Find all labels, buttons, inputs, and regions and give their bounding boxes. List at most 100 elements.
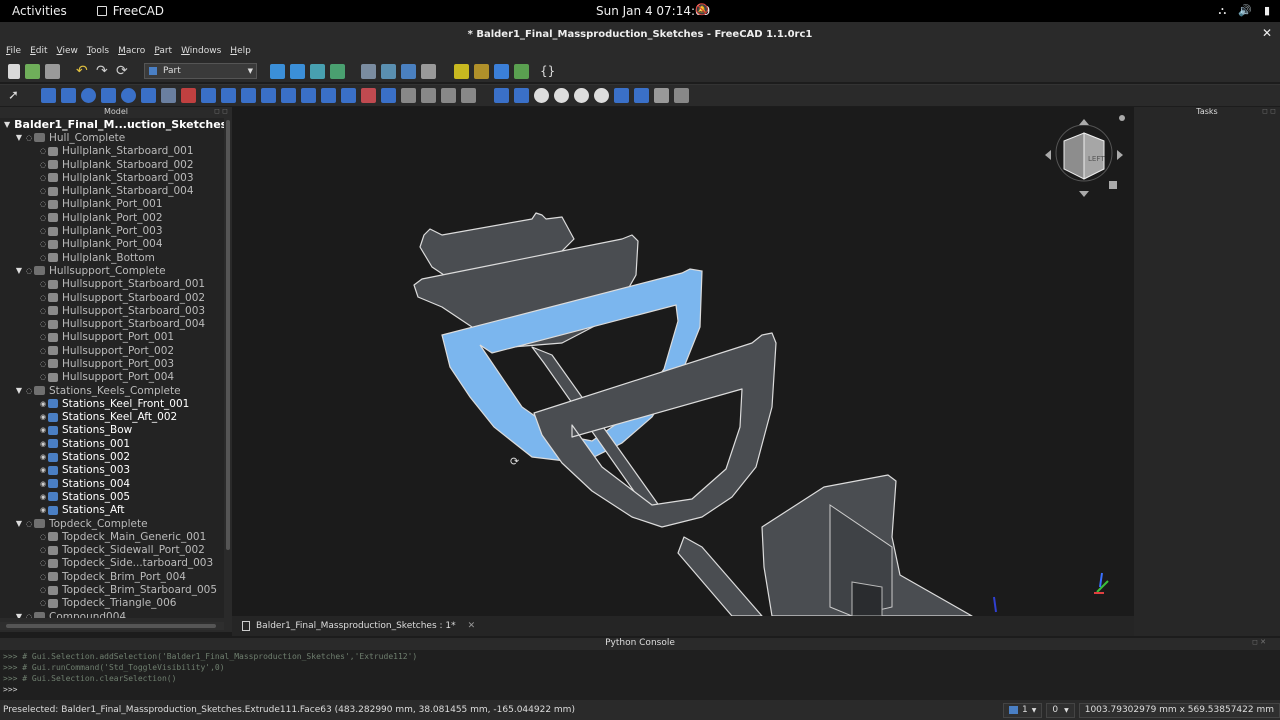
tree-item[interactable]: ◉ Stations_Bow: [0, 424, 224, 437]
tree-item[interactable]: ◌ Hullsupport_Port_003: [0, 357, 224, 370]
navcube-arrow-left-icon[interactable]: [1045, 150, 1051, 160]
tree-item[interactable]: ◌ Hullplank_Starboard_002: [0, 158, 224, 171]
python-console[interactable]: >>> # Gui.Selection.addSelection('Balder…: [0, 650, 1280, 700]
navigation-style-selector[interactable]: 0 ▼: [1046, 702, 1075, 718]
save-document-icon[interactable]: [45, 63, 60, 79]
menu-tools[interactable]: Tools: [87, 46, 109, 60]
visibility-eye-icon[interactable]: ◉: [38, 480, 48, 488]
expand-arrow-icon[interactable]: ▼: [14, 266, 24, 275]
document-tab[interactable]: Balder1_Final_Massproduction_Sketches : …: [238, 618, 479, 634]
navcube-menu-icon[interactable]: [1119, 115, 1125, 121]
expand-arrow-icon[interactable]: ▼: [14, 519, 24, 528]
visibility-hidden-icon[interactable]: ◌: [38, 254, 48, 262]
thickness-icon[interactable]: [441, 88, 456, 103]
visibility-hidden-icon[interactable]: ◌: [24, 520, 34, 528]
open-document-icon[interactable]: [25, 63, 40, 79]
section-tool-icon[interactable]: [381, 88, 396, 103]
tube-icon[interactable]: [141, 88, 156, 103]
common-icon[interactable]: [594, 88, 609, 103]
visibility-eye-icon[interactable]: ◉: [38, 440, 48, 448]
tree-root-document[interactable]: ▼ Balder1_Final_M...uction_Sketches: [0, 118, 224, 131]
tree-item[interactable]: ◌ Topdeck_Main_Generic_001: [0, 530, 224, 543]
expand-arrow-icon[interactable]: ▼: [14, 386, 24, 395]
color-per-face-icon[interactable]: [674, 88, 689, 103]
tree-item[interactable]: ◌ Hullplank_Port_004: [0, 238, 224, 251]
visibility-hidden-icon[interactable]: ◌: [38, 360, 48, 368]
mirror-icon[interactable]: [241, 88, 256, 103]
tree-vertical-scrollbar[interactable]: [224, 118, 232, 618]
visibility-eye-icon[interactable]: ◉: [38, 493, 48, 501]
new-document-icon[interactable]: [8, 63, 20, 79]
visibility-hidden-icon[interactable]: ◌: [38, 533, 48, 541]
visibility-hidden-icon[interactable]: ◌: [38, 307, 48, 315]
menu-file[interactable]: File: [6, 46, 21, 60]
standard-views-icon[interactable]: [361, 63, 376, 79]
extrude-icon[interactable]: [201, 88, 216, 103]
console-dock-buttons-icon[interactable]: ◻ ✕: [1252, 638, 1266, 646]
visibility-hidden-icon[interactable]: ◌: [38, 573, 48, 581]
tree-item[interactable]: ◌ Hullsupport_Port_001: [0, 331, 224, 344]
menu-windows[interactable]: Windows: [181, 46, 221, 60]
navigation-cube[interactable]: LEFT: [1045, 115, 1125, 197]
section-icon[interactable]: [421, 63, 436, 79]
menu-edit[interactable]: Edit: [30, 46, 47, 60]
isometric-view-icon[interactable]: [381, 63, 396, 79]
redo-icon[interactable]: ↷: [96, 63, 111, 79]
tree-item[interactable]: ◌ Topdeck_Sidewall_Port_002: [0, 544, 224, 557]
group-icon[interactable]: [514, 63, 529, 79]
measure-icon[interactable]: [401, 63, 416, 79]
tree-item[interactable]: ◌ Hullplank_Port_002: [0, 211, 224, 224]
tree-group-item[interactable]: ▼ ◌ Compound004: [0, 610, 224, 618]
visibility-hidden-icon[interactable]: ◌: [24, 613, 34, 618]
bounding-box-icon[interactable]: [330, 63, 345, 79]
tree-item[interactable]: ◌ Hullplank_Port_001: [0, 198, 224, 211]
tree-item[interactable]: ◌ Hullsupport_Port_004: [0, 371, 224, 384]
menu-macro[interactable]: Macro: [118, 46, 145, 60]
dock-buttons-icon[interactable]: ◻ ◻: [214, 107, 228, 115]
sphere-icon[interactable]: [81, 88, 96, 103]
tree-item[interactable]: ◉ Stations_003: [0, 464, 224, 477]
visibility-hidden-icon[interactable]: ◌: [38, 187, 48, 195]
tree-item[interactable]: ◌ Topdeck_Brim_Starboard_005: [0, 583, 224, 596]
visibility-hidden-icon[interactable]: ◌: [38, 373, 48, 381]
close-tab-icon[interactable]: ✕: [468, 621, 476, 631]
visibility-eye-icon[interactable]: ◉: [38, 506, 48, 514]
cube-icon[interactable]: [41, 88, 56, 103]
draw-style-icon[interactable]: [310, 63, 325, 79]
tree-item[interactable]: ◉ Stations_Keel_Front_001: [0, 397, 224, 410]
visibility-hidden-icon[interactable]: ◌: [38, 559, 48, 567]
tree-item[interactable]: ◌ Hullplank_Starboard_003: [0, 171, 224, 184]
tree-item[interactable]: ◌ Hullplank_Starboard_001: [0, 145, 224, 158]
navcube-arrow-down-icon[interactable]: [1079, 191, 1089, 197]
tree-item[interactable]: ◌ Topdeck_Triangle_006: [0, 597, 224, 610]
fuse-icon[interactable]: [574, 88, 589, 103]
macro-icon[interactable]: [454, 63, 469, 79]
make-face-icon[interactable]: [301, 88, 316, 103]
console-prompt[interactable]: >>>: [3, 685, 1277, 696]
part-container-icon[interactable]: [494, 63, 509, 79]
projection-icon[interactable]: [461, 88, 476, 103]
torus-icon[interactable]: [121, 88, 136, 103]
join-features-icon[interactable]: [614, 88, 629, 103]
visibility-hidden-icon[interactable]: ◌: [38, 214, 48, 222]
tree-item[interactable]: ◌ Hullplank_Bottom: [0, 251, 224, 264]
python-braces-icon[interactable]: {}: [540, 64, 555, 78]
visibility-hidden-icon[interactable]: ◌: [38, 200, 48, 208]
visibility-hidden-icon[interactable]: ◌: [38, 161, 48, 169]
visibility-hidden-icon[interactable]: ◌: [38, 227, 48, 235]
visibility-hidden-icon[interactable]: ◌: [38, 320, 48, 328]
tree-item[interactable]: ◉ Stations_Aft: [0, 504, 224, 517]
tree-item[interactable]: ◌ Topdeck_Side...tarboard_003: [0, 557, 224, 570]
compound-tools-icon[interactable]: [494, 88, 509, 103]
select-arrow-icon[interactable]: ➚: [8, 88, 23, 103]
navcube-arrow-right-icon[interactable]: [1117, 150, 1123, 160]
3d-scene[interactable]: ⟳ LEFT: [232, 107, 1134, 616]
cylinder-icon[interactable]: [61, 88, 76, 103]
workbench-selector[interactable]: Part ▼: [144, 63, 257, 79]
activities-button[interactable]: Activities: [0, 4, 79, 18]
tree-item[interactable]: ◌ Topdeck_Brim_Port_004: [0, 570, 224, 583]
menu-help[interactable]: Help: [230, 46, 251, 60]
undo-icon[interactable]: ↶: [76, 63, 91, 79]
tree-item[interactable]: ◉ Stations_002: [0, 450, 224, 463]
zoom-fit-all-icon[interactable]: [270, 63, 285, 79]
